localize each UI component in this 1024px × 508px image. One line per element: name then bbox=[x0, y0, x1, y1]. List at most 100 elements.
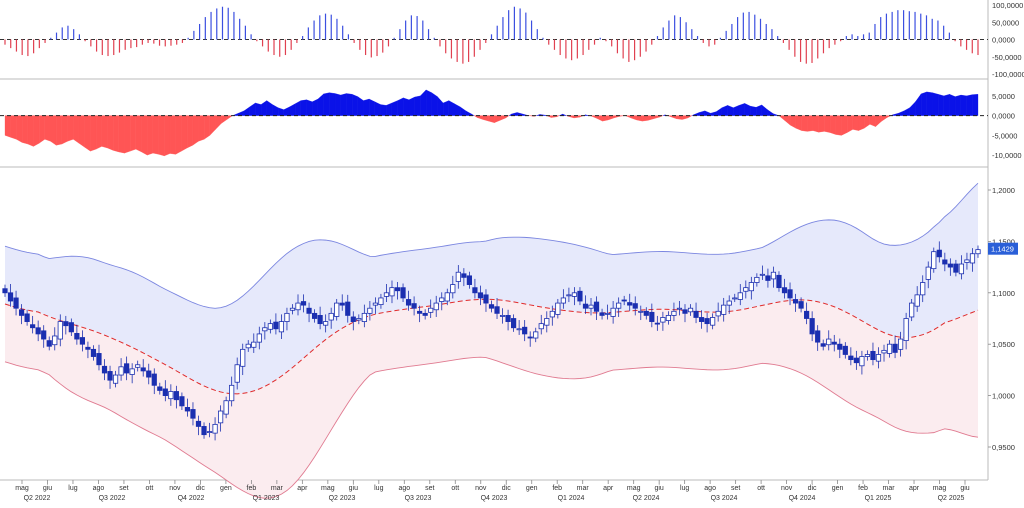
area-oscillator-panel bbox=[0, 90, 988, 156]
x-tick-label-quarter: Q3 2024 bbox=[711, 495, 738, 502]
area-segment bbox=[728, 105, 734, 115]
candle-body bbox=[440, 298, 444, 302]
area-segment bbox=[711, 112, 717, 116]
candle-body bbox=[827, 339, 831, 345]
candle-body bbox=[25, 314, 29, 322]
y-tick-label-mid: 5,0000 bbox=[992, 92, 1015, 101]
candle-body bbox=[821, 344, 825, 347]
candle-body bbox=[279, 322, 283, 332]
candle-body bbox=[58, 322, 62, 339]
candle-body bbox=[174, 391, 178, 399]
candle-body bbox=[75, 333, 79, 339]
area-segment bbox=[11, 116, 17, 140]
area-segment bbox=[51, 116, 57, 146]
y-tick-label-top: -50,0000 bbox=[992, 53, 1022, 62]
candle-body bbox=[860, 357, 864, 366]
area-segment bbox=[335, 93, 341, 115]
candle-body bbox=[948, 264, 952, 267]
area-segment bbox=[460, 107, 466, 116]
area-segment bbox=[352, 94, 358, 115]
area-segment bbox=[375, 102, 381, 116]
candle-body bbox=[296, 303, 300, 310]
area-segment bbox=[779, 116, 785, 121]
candle-body bbox=[373, 303, 377, 305]
candle-body bbox=[589, 305, 593, 308]
area-segment bbox=[602, 116, 608, 122]
histogram-panel bbox=[0, 7, 988, 64]
x-tick-label-month: mag bbox=[321, 485, 335, 492]
x-tick-label-month: ott bbox=[146, 485, 154, 492]
area-segment bbox=[881, 116, 887, 122]
x-tick-label-month: feb bbox=[858, 485, 868, 492]
candle-body bbox=[119, 367, 123, 375]
candle-body bbox=[406, 299, 410, 305]
candle-body bbox=[915, 295, 919, 306]
candle-body bbox=[710, 317, 714, 325]
area-segment bbox=[796, 116, 802, 131]
x-tick-label-quarter: Q1 2023 bbox=[253, 495, 280, 502]
area-segment bbox=[944, 94, 950, 115]
x-tick-label-month: dic bbox=[808, 485, 817, 492]
area-segment bbox=[102, 116, 108, 148]
area-segment bbox=[819, 116, 825, 133]
candle-body bbox=[672, 311, 676, 315]
area-segment bbox=[90, 116, 96, 152]
area-segment bbox=[358, 97, 364, 116]
area-segment bbox=[159, 116, 165, 156]
area-segment bbox=[79, 116, 85, 148]
candle-body bbox=[158, 387, 162, 391]
candle-body bbox=[887, 344, 891, 353]
x-tick-label-month: mag bbox=[15, 485, 29, 492]
area-segment bbox=[813, 116, 819, 133]
area-segment bbox=[836, 116, 842, 136]
x-tick-label-month: giu bbox=[960, 485, 969, 492]
y-tick-label-top: -100,0000 bbox=[992, 70, 1024, 79]
candle-body bbox=[152, 374, 156, 385]
candle-body bbox=[556, 303, 560, 314]
candle-body bbox=[893, 344, 897, 352]
area-segment bbox=[682, 116, 688, 120]
area-segment bbox=[802, 116, 808, 132]
candle-body bbox=[699, 317, 703, 321]
area-segment bbox=[113, 116, 119, 152]
candle-body bbox=[561, 298, 565, 303]
candle-body bbox=[41, 331, 45, 339]
area-segment bbox=[676, 116, 682, 120]
candle-body bbox=[340, 303, 344, 305]
candle-body bbox=[64, 322, 68, 326]
candle-body bbox=[683, 310, 687, 314]
candle-body bbox=[611, 308, 615, 316]
area-segment bbox=[477, 116, 483, 120]
area-segment bbox=[124, 116, 130, 154]
area-segment bbox=[142, 116, 148, 156]
area-segment bbox=[250, 103, 256, 116]
candle-body bbox=[202, 426, 206, 434]
area-segment bbox=[699, 111, 705, 116]
area-segment bbox=[301, 100, 307, 116]
candle-body bbox=[594, 302, 598, 311]
candle-body bbox=[102, 366, 106, 373]
area-segment bbox=[489, 116, 495, 123]
candle-body bbox=[793, 299, 797, 303]
candle-body bbox=[428, 308, 432, 312]
area-segment bbox=[136, 116, 142, 152]
x-tick-label-month: set bbox=[119, 485, 128, 492]
area-segment bbox=[915, 94, 921, 116]
area-segment bbox=[830, 116, 836, 135]
x-tick-label-quarter: Q2 2024 bbox=[633, 495, 660, 502]
candle-body bbox=[434, 303, 438, 310]
candle-body bbox=[417, 311, 421, 313]
area-segment bbox=[147, 116, 153, 156]
area-segment bbox=[381, 105, 387, 116]
area-segment bbox=[204, 116, 210, 140]
candle-body bbox=[484, 295, 488, 303]
y-tick-label-top: 100,0000 bbox=[992, 1, 1023, 10]
candle-body bbox=[252, 342, 256, 347]
candle-body bbox=[639, 311, 643, 312]
x-tick-label-month: gen bbox=[526, 485, 538, 492]
x-tick-label-month: lug bbox=[680, 485, 689, 492]
candle-body bbox=[47, 341, 51, 347]
area-segment bbox=[39, 116, 45, 144]
candle-body bbox=[517, 329, 521, 330]
candle-body bbox=[401, 288, 405, 298]
